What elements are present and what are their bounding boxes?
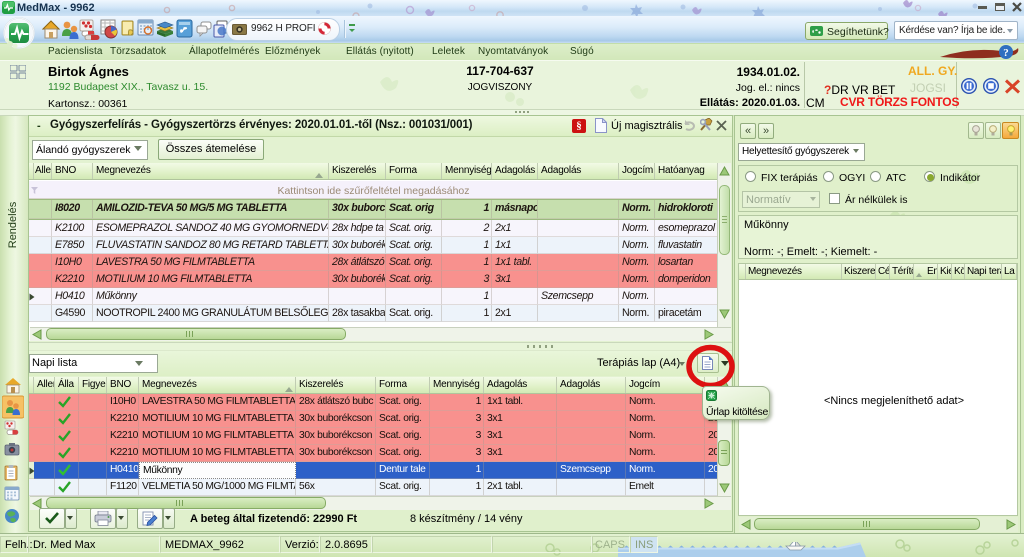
svg-text:?: ? <box>1003 47 1009 59</box>
